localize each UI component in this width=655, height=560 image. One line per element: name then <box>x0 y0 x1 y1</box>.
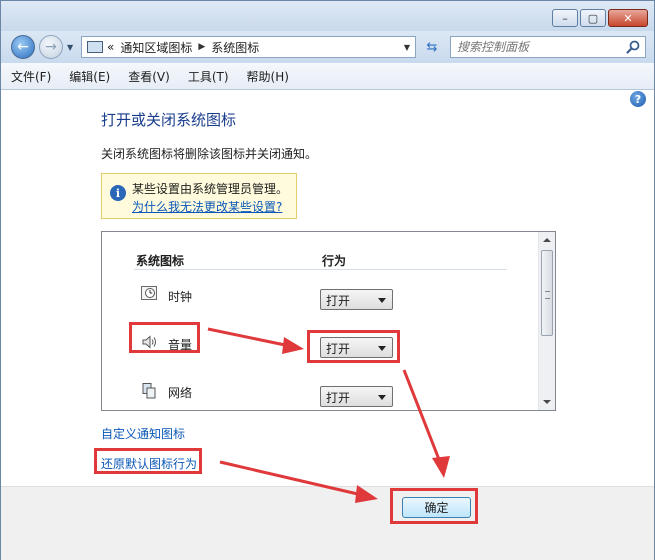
refresh-icon: ⇆ <box>426 39 438 55</box>
info-icon: i <box>110 185 126 201</box>
clock-behavior-select[interactable]: 打开 <box>320 289 393 310</box>
column-header-icon: 系统图标 <box>136 254 185 268</box>
menu-tools[interactable]: 工具(T) <box>178 68 237 85</box>
row-label-clock: 时钟 <box>168 290 193 304</box>
list-scrollbar[interactable] <box>538 232 555 410</box>
control-panel-window: – ▢ ✕ ← → ▼ « 通知区域图标 ▶ 系统图标 ▼ ⇆ 文件(F) 编辑… <box>0 0 655 560</box>
header-divider <box>134 269 507 270</box>
computer-icon <box>87 41 103 53</box>
navigation-bar: ← → ▼ « 通知区域图标 ▶ 系统图标 ▼ ⇆ <box>1 31 654 63</box>
maximize-button[interactable]: ▢ <box>580 9 606 27</box>
page-description: 关闭系统图标将删除该图标并关闭通知。 <box>101 147 318 161</box>
maximize-icon: ▢ <box>587 11 599 25</box>
menu-file[interactable]: 文件(F) <box>1 68 59 85</box>
page-title: 打开或关闭系统图标 <box>101 111 237 129</box>
chevron-down-icon <box>378 395 386 400</box>
chevron-down-icon <box>378 298 386 303</box>
forward-button[interactable]: → <box>39 35 63 59</box>
breadcrumb-separator-icon[interactable]: ▶ <box>198 42 205 52</box>
forward-arrow-icon: → <box>45 39 57 55</box>
annotation-box-ok-button <box>390 488 478 524</box>
clock-behavior-value: 打开 <box>326 294 351 308</box>
minimize-button[interactable]: – <box>552 9 578 27</box>
customize-notification-icons-link[interactable]: 自定义通知图标 <box>101 425 185 442</box>
close-button[interactable]: ✕ <box>608 9 648 27</box>
search-input[interactable] <box>457 39 617 55</box>
menu-edit[interactable]: 编辑(E) <box>59 68 118 85</box>
annotation-box-volume-select <box>307 330 400 363</box>
why-cannot-change-link[interactable]: 为什么我无法更改某些设置? <box>132 198 282 215</box>
menu-view[interactable]: 查看(V) <box>118 68 178 85</box>
breadcrumb-parent[interactable]: 通知区域图标 <box>120 39 192 56</box>
clock-icon <box>140 284 158 302</box>
scroll-down-icon[interactable] <box>543 400 551 404</box>
address-bar[interactable]: « 通知区域图标 ▶ 系统图标 ▼ <box>81 36 416 58</box>
help-icon[interactable]: ? <box>630 91 646 107</box>
search-box <box>450 36 646 58</box>
admin-notice: i 某些设置由系统管理员管理。 为什么我无法更改某些设置? <box>101 173 297 219</box>
back-button[interactable]: ← <box>11 35 35 59</box>
search-icon[interactable] <box>625 39 641 55</box>
refresh-button[interactable]: ⇆ <box>421 37 443 57</box>
content-area: ? 打开或关闭系统图标 关闭系统图标将删除该图标并关闭通知。 i 某些设置由系统… <box>1 90 654 486</box>
grip-icon <box>545 291 550 299</box>
scroll-thumb[interactable] <box>541 250 553 336</box>
column-header-behavior: 行为 <box>322 254 347 268</box>
network-behavior-select[interactable]: 打开 <box>320 386 393 407</box>
annotation-box-volume-label <box>129 322 200 353</box>
window-controls: – ▢ ✕ <box>552 9 648 27</box>
breadcrumb-current[interactable]: 系统图标 <box>211 39 259 56</box>
system-icons-list[interactable]: 系统图标 行为 时钟 打开 音量 打开 网络 打开 <box>101 231 556 411</box>
title-bar[interactable]: – ▢ ✕ <box>1 1 654 31</box>
address-dropdown-icon[interactable]: ▼ <box>404 43 410 52</box>
minimize-icon: – <box>562 11 568 25</box>
footer-bar: 确定 <box>1 486 654 560</box>
close-icon: ✕ <box>623 11 633 25</box>
notice-text: 某些设置由系统管理员管理。 <box>132 182 289 196</box>
row-label-network: 网络 <box>168 386 193 400</box>
annotation-box-restore-link <box>94 448 202 474</box>
history-dropdown-icon[interactable]: ▼ <box>67 43 73 52</box>
network-icon <box>140 382 158 400</box>
scroll-up-icon[interactable] <box>543 238 551 242</box>
overflow-chevron-icon[interactable]: « <box>107 40 114 54</box>
menu-help[interactable]: 帮助(H) <box>237 68 297 85</box>
network-behavior-value: 打开 <box>326 391 351 405</box>
menu-bar: 文件(F) 编辑(E) 查看(V) 工具(T) 帮助(H) <box>1 63 654 90</box>
back-arrow-icon: ← <box>17 39 29 55</box>
